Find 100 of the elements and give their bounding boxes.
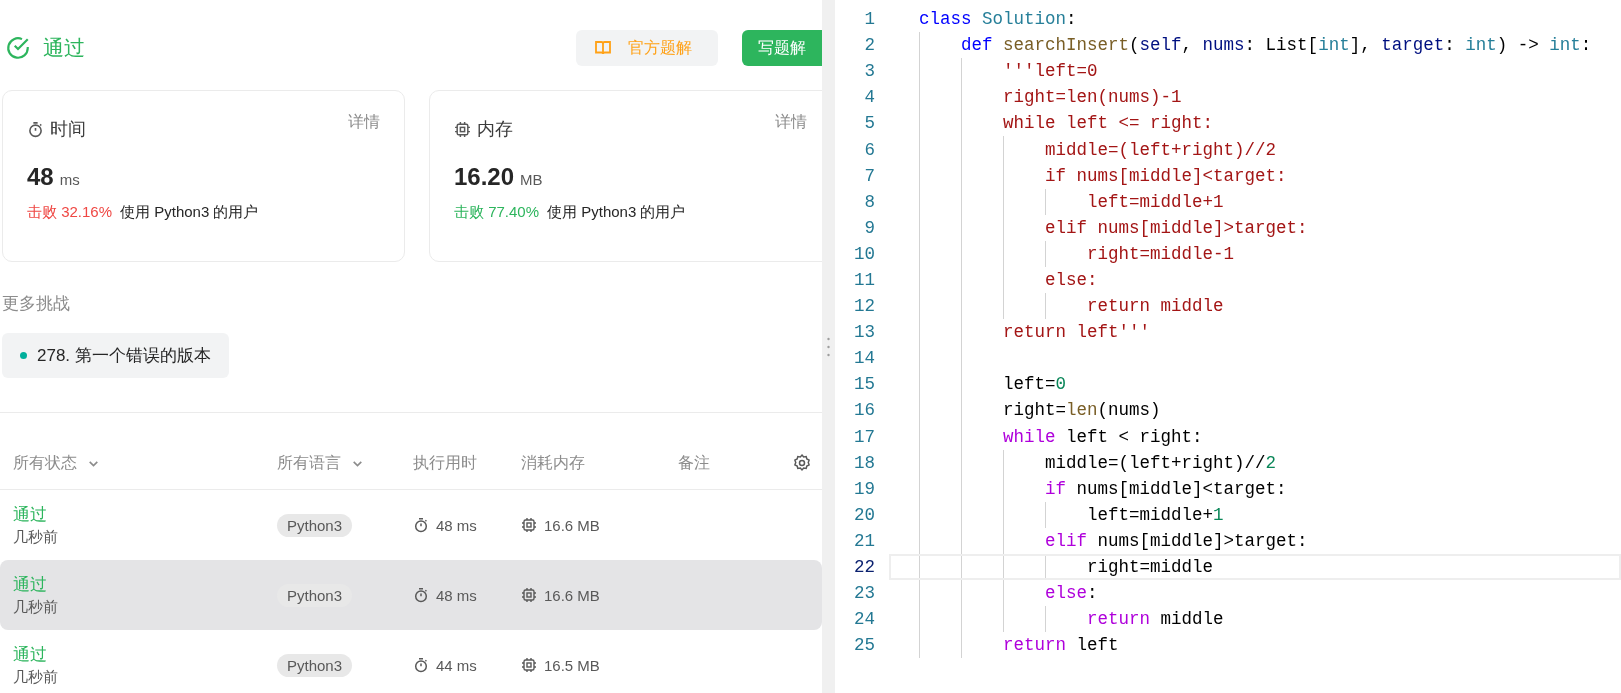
column-filter[interactable]: 所有状态	[13, 452, 277, 474]
code-token: ,	[1181, 35, 1194, 56]
code-token: self	[1139, 35, 1182, 56]
code-token: left=middle+	[1087, 504, 1214, 525]
stopwatch-icon	[27, 120, 44, 138]
submission-row[interactable]: 通过 几秒前 Python3 48 ms 16.6 MB	[0, 560, 822, 630]
code-token: right=middle	[1087, 557, 1214, 577]
code-token: else:	[1045, 270, 1098, 290]
status-link[interactable]: 通过	[13, 643, 277, 666]
code-token: return middle	[1087, 296, 1224, 317]
card-title: 内存	[477, 118, 513, 141]
line-number: 2	[863, 35, 875, 56]
code-token: :	[1087, 583, 1098, 604]
code-token: searchInsert	[1003, 35, 1130, 56]
code-token: int	[1465, 35, 1497, 56]
solutions-button[interactable]: 官方题解	[576, 30, 718, 66]
code-token: int	[1318, 35, 1350, 56]
code-token: right=	[1003, 400, 1066, 421]
submit-time: 几秒前	[13, 528, 59, 547]
code-token: elif nums[middle]>target:	[1045, 217, 1308, 238]
memory-value: 16.6 MB	[544, 586, 600, 604]
memory-value: 16.5 MB	[544, 656, 600, 674]
code-token: return	[1087, 609, 1151, 630]
code-token: return	[1003, 635, 1067, 656]
submit-time: 几秒前	[13, 598, 59, 617]
line-number: 1	[863, 9, 875, 30]
chip-icon	[521, 517, 537, 533]
column-header: 执行用时	[413, 452, 478, 473]
line-number: 19	[853, 478, 875, 499]
book-icon	[594, 39, 612, 57]
line-number: 3	[863, 61, 875, 82]
code-token: elif	[1045, 530, 1088, 551]
line-number: 14	[853, 348, 875, 369]
line-number: 25	[853, 635, 875, 656]
settings-icon[interactable]	[792, 453, 812, 473]
runtime-value: 48 ms	[436, 516, 477, 534]
stopwatch-icon	[413, 657, 429, 673]
submission-row[interactable]: 通过 几秒前 Python3 48 ms 16.6 MB	[0, 490, 822, 560]
code-token: ) ->	[1496, 35, 1540, 56]
write-solution-button[interactable]: 写题解	[742, 30, 822, 66]
line-number: 8	[863, 191, 875, 212]
stat-value: 16.20	[454, 163, 515, 191]
line-number: 24	[853, 609, 875, 630]
code-token: :	[1580, 35, 1592, 56]
line-number: 23	[853, 583, 875, 604]
line-number: 22	[853, 557, 875, 577]
submission-row[interactable]: 通过 几秒前 Python3 44 ms 16.5 MB	[0, 630, 822, 693]
chip-icon	[454, 120, 471, 138]
line-number: 7	[863, 165, 875, 186]
details-link[interactable]: 详情	[775, 112, 807, 133]
line-number: 16	[853, 400, 875, 421]
memory-value: 16.6 MB	[544, 516, 600, 534]
code-token: '''left=0	[1003, 61, 1098, 82]
details-link[interactable]: 详情	[348, 112, 380, 133]
line-number: 9	[863, 217, 875, 238]
stat-unit: MB	[520, 171, 543, 188]
code-token: 0	[1055, 374, 1067, 395]
line-number: 6	[863, 139, 875, 160]
code-token: left=middle+1	[1087, 191, 1224, 212]
card-title: 时间	[50, 118, 86, 141]
code-token: ],	[1349, 35, 1372, 56]
code-token: :	[1066, 9, 1077, 30]
status-title: 通过	[43, 35, 85, 61]
status-link[interactable]: 通过	[13, 503, 277, 526]
code-token: int	[1549, 35, 1581, 56]
problem-chip[interactable]: 278. 第一个错误的版本	[2, 333, 229, 378]
line-number: 12	[853, 296, 875, 317]
stat-value: 48	[27, 163, 54, 191]
code-token: middle	[1160, 609, 1224, 630]
column-filter[interactable]: 所有语言	[277, 452, 413, 474]
code-token: left=	[1003, 374, 1056, 395]
stopwatch-icon	[413, 517, 429, 533]
status-link[interactable]: 通过	[13, 573, 277, 596]
code-token: while	[1003, 426, 1057, 447]
code-token: 2	[1265, 452, 1277, 473]
code-token: return left'''	[1003, 322, 1151, 343]
beat-percentage: 击败 32.16%	[27, 203, 113, 222]
code-token: Solution	[982, 9, 1067, 30]
language-tag: Python3	[277, 513, 353, 537]
language-tag: Python3	[277, 653, 353, 677]
code-token: (	[1129, 35, 1140, 56]
line-number: 11	[853, 270, 875, 290]
code-token: class	[919, 9, 973, 30]
line-number: 4	[863, 87, 875, 108]
line-number: 13	[853, 322, 875, 343]
code-token: left	[1076, 635, 1119, 656]
runtime-value: 44 ms	[436, 656, 477, 674]
code-token: : List[	[1244, 35, 1319, 56]
line-number: 10	[853, 243, 875, 264]
language-tag: Python3	[277, 583, 353, 607]
code-token: target	[1381, 35, 1445, 56]
check-circle-icon	[5, 35, 31, 61]
code-token: middle=(left+right)//2	[1045, 139, 1277, 160]
code-token: def	[961, 35, 994, 56]
beat-note: 使用 Python3 的用户	[547, 203, 686, 222]
code-token: 1	[1213, 504, 1224, 525]
code-token: :	[1444, 35, 1456, 56]
code-token: right=middle-1	[1087, 243, 1235, 264]
section-title: 更多挑战	[1, 293, 71, 315]
code-token: right=len(nums)-1	[1003, 87, 1182, 108]
